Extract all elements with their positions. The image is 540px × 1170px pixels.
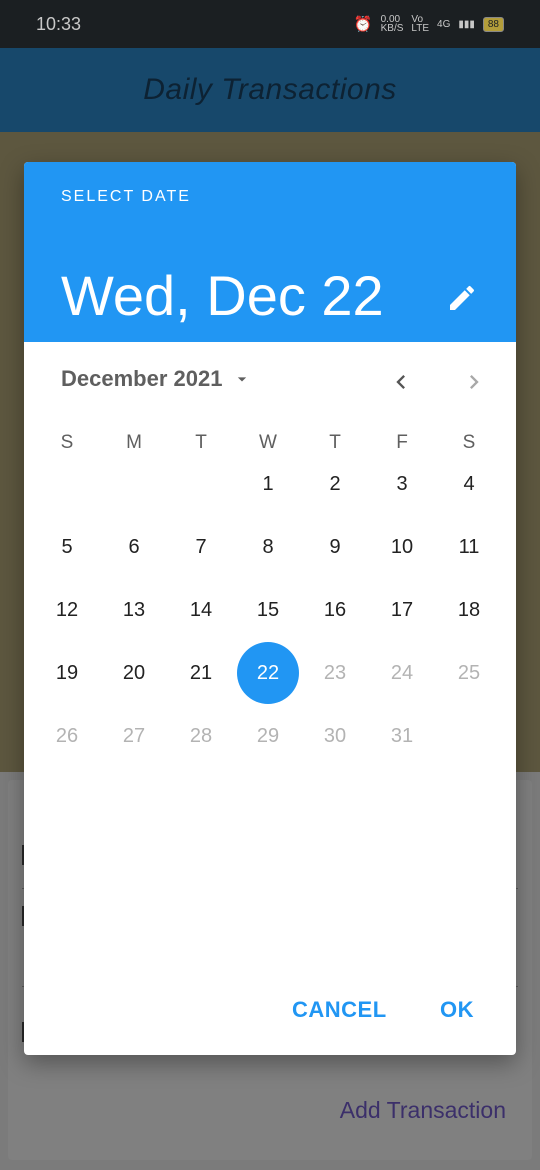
calendar-day[interactable]: 3	[371, 453, 433, 515]
calendar-day[interactable]: 19	[36, 642, 98, 704]
weekday-label: S	[60, 432, 74, 453]
pencil-icon	[450, 285, 475, 310]
weekday-label: M	[126, 432, 142, 453]
previous-month-button[interactable]	[381, 362, 421, 402]
ok-button[interactable]: OK	[440, 997, 474, 1023]
selected-date-display: Wed, Dec 22	[61, 264, 384, 327]
weekday-label: T	[195, 432, 207, 453]
calendar-day[interactable]: 8	[237, 516, 299, 578]
status-bar: 10:33 ⏰ 0.00 KB/S Vo LTE 4G ▮▮▮ 88	[0, 0, 540, 48]
next-month-button[interactable]	[454, 362, 494, 402]
edit-date-button[interactable]	[442, 278, 482, 318]
date-picker-header: SELECT DATE Wed, Dec 22	[24, 162, 516, 342]
calendar-day[interactable]: 12	[36, 579, 98, 641]
net-speed: 0.00 KB/S	[380, 14, 404, 34]
calendar-day: 25	[457, 661, 481, 684]
add-transaction-button[interactable]: Add Transaction	[340, 1097, 506, 1124]
cancel-button[interactable]: CANCEL	[292, 997, 387, 1023]
app-title: Daily Transactions	[143, 73, 397, 106]
select-date-label: SELECT DATE	[61, 188, 191, 205]
calendar-day[interactable]: 1	[237, 453, 299, 515]
calendar-day[interactable]: 18	[438, 579, 500, 641]
calendar-day[interactable]: 14	[170, 579, 232, 641]
calendar-day: 28	[189, 724, 213, 747]
status-icons: ⏰ 0.00 KB/S Vo LTE 4G ▮▮▮ 88	[353, 14, 504, 34]
battery-icon: 88	[482, 16, 504, 32]
calendar-day[interactable]: 10	[371, 516, 433, 578]
calendar-day[interactable]: 4	[438, 453, 500, 515]
calendar-day[interactable]: 13	[103, 579, 165, 641]
calendar-day[interactable]: 20	[103, 642, 165, 704]
calendar-day: 30	[323, 724, 347, 747]
calendar-day[interactable]: 11	[438, 516, 500, 578]
volte-indicator: Vo LTE	[411, 14, 430, 34]
signal-bars-icon: ▮▮▮	[458, 18, 475, 30]
calendar-day: 24	[390, 661, 414, 684]
weekday-label: W	[259, 432, 277, 453]
calendar-day[interactable]: 9	[304, 516, 366, 578]
dialog-actions: CANCEL OK	[24, 975, 516, 1055]
app-bar: Daily Transactions	[0, 48, 540, 132]
calendar-day[interactable]: 17	[371, 579, 433, 641]
calendar-day[interactable]: 21	[170, 642, 232, 704]
weekday-label: F	[396, 432, 408, 453]
chevron-left-icon	[396, 375, 405, 389]
month-navigation: December 2021	[24, 342, 516, 422]
arrow-drop-down-icon	[238, 377, 247, 382]
calendar-day: 23	[323, 661, 347, 684]
calendar-day[interactable]: 5	[36, 516, 98, 578]
calendar-day-selected[interactable]: 22	[237, 642, 299, 704]
calendar-day[interactable]: 15	[237, 579, 299, 641]
alarm-icon: ⏰	[353, 16, 373, 33]
month-year-selector[interactable]: December 2021	[61, 366, 252, 392]
weekday-label: S	[462, 432, 476, 453]
calendar-day[interactable]: 2	[304, 453, 366, 515]
month-year-label: December 2021	[61, 366, 223, 391]
chevron-right-icon	[470, 375, 479, 389]
status-time: 10:33	[36, 13, 82, 34]
calendar-day: 27	[122, 724, 146, 747]
signal-type: 4G	[437, 18, 451, 30]
calendar-day[interactable]: 6	[103, 516, 165, 578]
calendar-day[interactable]: 16	[304, 579, 366, 641]
calendar-day: 31	[390, 724, 414, 747]
date-picker-dialog: SELECT DATE Wed, Dec 22 December 2021 S M…	[24, 162, 516, 1055]
calendar-day[interactable]: 7	[170, 516, 232, 578]
calendar-day: 29	[256, 724, 280, 747]
weekday-label: T	[329, 432, 341, 453]
calendar-day: 26	[55, 724, 79, 747]
